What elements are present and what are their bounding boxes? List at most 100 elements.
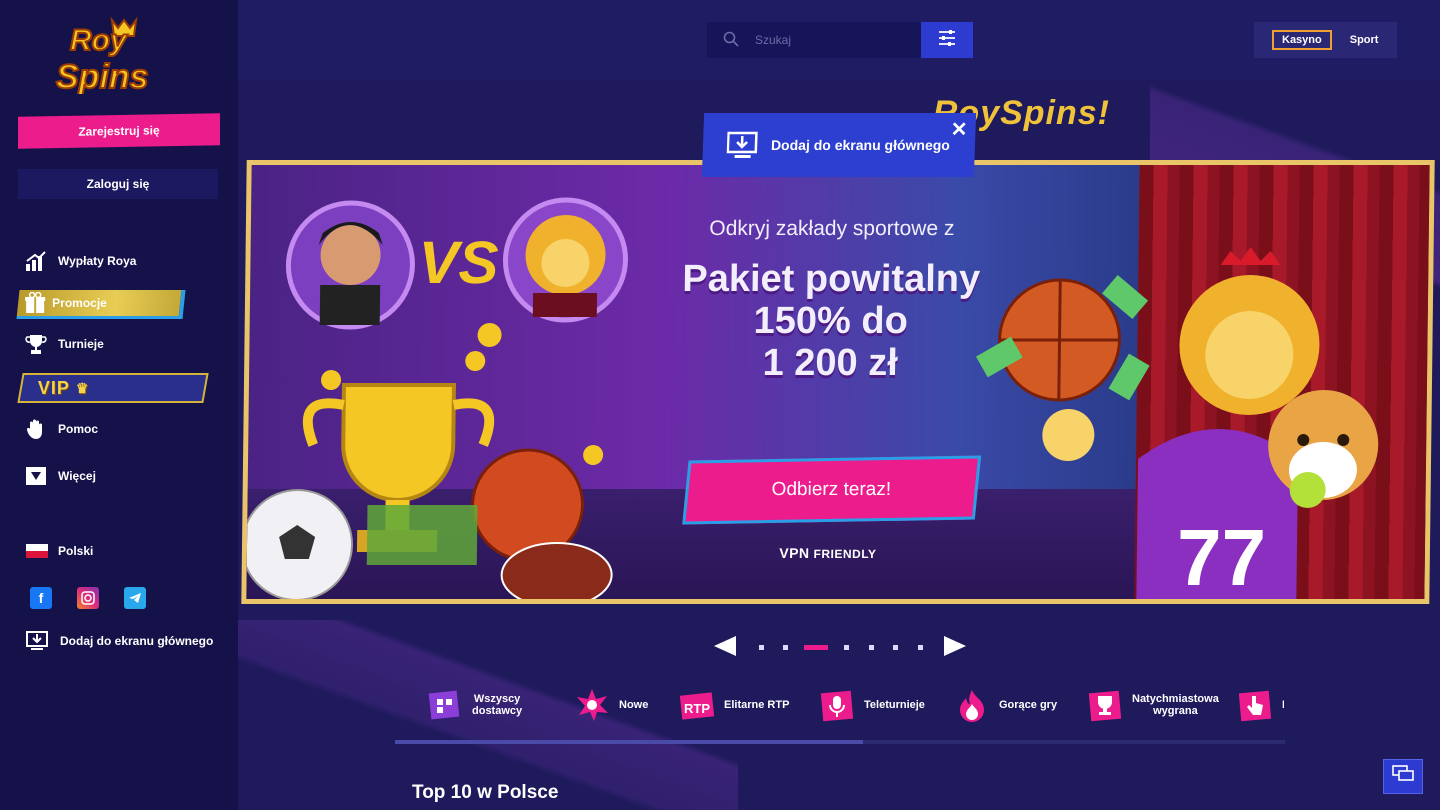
sidebar-item-promotions[interactable]: Promocje	[16, 290, 186, 319]
category-strip: Wszyscy dostawcy Nowe RTP Elitarne RTP Te…	[400, 680, 1284, 740]
new-burst-icon	[575, 688, 609, 722]
vip-label: VIP	[38, 377, 71, 398]
category-label: Nowe	[619, 699, 649, 711]
lion-paw	[1042, 409, 1095, 461]
sidebar-item-tournaments[interactable]: Turnieje	[24, 331, 104, 357]
crown-icon: ♛	[76, 379, 90, 396]
football	[500, 542, 613, 604]
category-label: P	[1282, 699, 1284, 711]
cat-line: Wszyscy	[473, 693, 521, 705]
section-title: Top 10 w Polsce	[412, 782, 559, 803]
sidebar: Roy Spins Zarejestruj się Zaloguj się Wy…	[0, 0, 238, 810]
tab-sport[interactable]: Sport	[1350, 34, 1379, 46]
sidebar-item-payouts[interactable]: Wypłaty Roya	[24, 248, 136, 274]
chart-icon	[24, 249, 48, 273]
carousel-dot[interactable]	[844, 645, 849, 650]
svg-text:RTP: RTP	[684, 701, 710, 716]
carousel-dot[interactable]	[783, 645, 788, 650]
vpn-bold: VPN	[779, 545, 810, 561]
popup-label: Dodaj do ekranu głównego	[770, 137, 951, 153]
carousel-dot[interactable]	[893, 645, 898, 650]
sliders-icon	[937, 29, 957, 52]
svg-text:Spins: Spins	[56, 58, 149, 94]
filter-button[interactable]	[921, 22, 973, 58]
hero-banner[interactable]: VS 77 Odkryj zakłady sportowe z Pakiet p…	[241, 160, 1435, 604]
chevron-down-icon	[24, 464, 48, 488]
category-game-shows[interactable]: Teleturnieje	[820, 688, 925, 722]
login-button[interactable]: Zaloguj się	[18, 169, 218, 199]
sidebar-item-label: Więcej	[58, 469, 96, 483]
facebook-icon[interactable]: f	[30, 587, 52, 609]
login-label: Zaloguj się	[86, 177, 150, 191]
sidebar-item-label: Promocje	[52, 296, 107, 310]
sidebar-item-help[interactable]: Pomoc	[24, 416, 98, 442]
cat-line: dostawcy	[472, 705, 523, 717]
carousel-dot[interactable]	[759, 645, 764, 650]
download-screen-icon	[726, 131, 760, 159]
royspins-logo[interactable]: Roy Spins	[52, 14, 188, 94]
close-icon[interactable]: ✕	[950, 117, 968, 142]
add-home-label: Dodaj do ekranu głównego	[60, 634, 214, 648]
sidebar-item-label: Wypłaty Roya	[58, 254, 137, 268]
category-label: Teleturnieje	[864, 699, 925, 711]
rtp-icon: RTP	[680, 688, 714, 722]
banner-subtitle: Odkryj zakłady sportowe z	[709, 217, 955, 240]
hand-icon	[24, 417, 48, 441]
providers-icon	[428, 688, 462, 722]
jersey-number: 77	[1176, 513, 1266, 602]
category-scrollbar[interactable]	[395, 740, 1285, 744]
sidebar-item-label: Pomoc	[58, 422, 99, 436]
tab-casino[interactable]: Kasyno	[1272, 30, 1332, 50]
download-screen-icon	[26, 630, 50, 652]
trophy-icon	[24, 332, 48, 356]
hand-pointer-icon	[1238, 688, 1272, 722]
headline-line-3: 1 200 zł	[762, 342, 899, 384]
category-instant-win[interactable]: Natychmiastowa wygrana	[1088, 688, 1219, 722]
headline-line-1: Pakiet powitalny	[682, 258, 981, 300]
chat-button[interactable]	[1383, 759, 1423, 794]
search-bar[interactable]	[707, 22, 921, 58]
category-label: Natychmiastowa wygrana	[1132, 693, 1219, 717]
category-elite-rtp[interactable]: RTP Elitarne RTP	[680, 688, 789, 722]
category-next[interactable]: P	[1238, 688, 1284, 722]
carousel-dot-active[interactable]	[804, 645, 828, 650]
carousel-prev-button[interactable]	[714, 636, 736, 656]
banner-headline: Pakiet powitalny 150% do 1 200 zł	[645, 258, 1017, 384]
trophy	[341, 383, 456, 502]
search-icon	[723, 31, 741, 49]
vs-text: VS	[418, 229, 499, 296]
claim-now-button[interactable]: Odbierz teraz!	[682, 455, 982, 525]
register-button[interactable]: Zarejestruj się	[18, 113, 220, 149]
carousel-next-button[interactable]	[944, 636, 966, 656]
sidebar-item-more[interactable]: Więcej	[24, 463, 96, 489]
gift-icon	[24, 291, 46, 314]
microphone-icon	[820, 688, 854, 722]
category-all-providers[interactable]: Wszyscy dostawcy	[428, 688, 522, 722]
category-hot-games[interactable]: Gorące gry	[955, 688, 1057, 722]
headline-line-2: 150% do	[753, 300, 909, 342]
category-label: Gorące gry	[999, 699, 1058, 711]
cat-line: wygrana	[1153, 705, 1198, 717]
category-new[interactable]: Nowe	[575, 688, 648, 722]
add-to-home-popup[interactable]: Dodaj do ekranu głównego ✕	[701, 113, 977, 177]
language-label: Polski	[58, 544, 94, 558]
scrollbar-thumb[interactable]	[395, 740, 863, 744]
carousel-dot[interactable]	[918, 645, 923, 650]
svg-text:Roy: Roy	[70, 24, 128, 57]
instagram-icon[interactable]	[77, 587, 99, 609]
category-label: Elitarne RTP	[724, 699, 790, 711]
claim-label: Odbierz teraz!	[771, 479, 892, 500]
cat-line: Natychmiastowa	[1132, 693, 1219, 705]
sidebar-item-vip[interactable]: VIP ♛	[17, 373, 209, 403]
sidebar-item-label: Turnieje	[58, 337, 104, 351]
chat-icon	[1392, 765, 1414, 788]
language-selector[interactable]: Polski	[26, 544, 93, 558]
register-label: Zarejestruj się	[78, 123, 160, 139]
carousel-dot[interactable]	[869, 645, 874, 650]
vpn-friendly-badge: VPN FRIENDLY	[743, 545, 913, 561]
category-label: Wszyscy dostawcy	[472, 693, 522, 717]
search-input[interactable]	[753, 32, 907, 48]
add-to-home-link[interactable]: Dodaj do ekranu głównego	[26, 630, 213, 652]
trophy-icon	[1088, 688, 1122, 722]
telegram-icon[interactable]	[124, 587, 146, 609]
